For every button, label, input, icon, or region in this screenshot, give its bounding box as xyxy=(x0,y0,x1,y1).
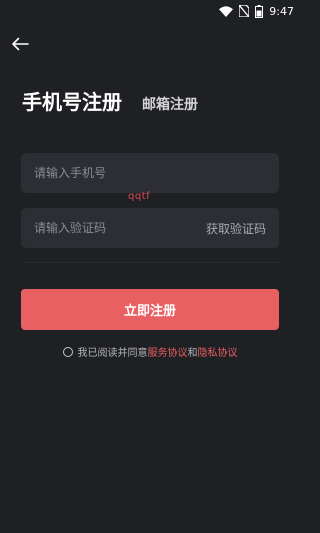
wifi-icon xyxy=(219,5,234,17)
get-code-button[interactable]: 获取验证码 xyxy=(206,220,266,237)
status-bar: 9:47 xyxy=(0,0,300,22)
arrow-left-icon xyxy=(11,36,29,55)
register-button[interactable]: 立即注册 xyxy=(21,289,279,330)
no-sim-icon xyxy=(239,5,250,17)
agreement-row: 我已阅读并同意 服务协议 和 隐私协议 xyxy=(0,344,300,359)
service-agreement-link[interactable]: 服务协议 xyxy=(148,344,188,359)
agreement-conjunction: 和 xyxy=(187,348,198,359)
privacy-policy-link[interactable]: 隐私协议 xyxy=(198,344,238,359)
back-button[interactable] xyxy=(10,36,30,54)
divider xyxy=(21,262,279,263)
status-time: 9:47 xyxy=(269,4,294,18)
tab-email-register[interactable]: 邮箱注册 xyxy=(142,94,198,114)
tab-phone-register[interactable]: 手机号注册 xyxy=(22,86,122,115)
verification-code-field[interactable]: 获取验证码 xyxy=(21,208,279,248)
register-tabs: 手机号注册 邮箱注册 xyxy=(22,86,198,115)
battery-icon xyxy=(255,4,264,18)
phone-field[interactable] xyxy=(21,153,279,193)
agreement-checkbox[interactable] xyxy=(62,346,73,357)
verification-code-input[interactable] xyxy=(34,221,206,235)
phone-input[interactable] xyxy=(34,166,266,180)
watermark-text: qqtf xyxy=(128,191,151,202)
agreement-prefix: 我已阅读并同意 xyxy=(77,348,148,359)
